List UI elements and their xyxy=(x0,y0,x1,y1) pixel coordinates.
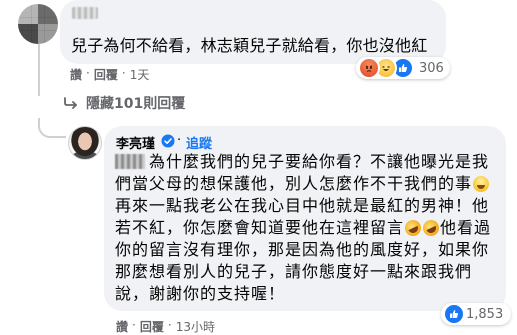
hidden-replies-label: 隱藏101則回覆 xyxy=(86,96,186,112)
reaction-count: 1,853 xyxy=(466,306,504,322)
reply-actions: 讚 · 回覆 · 13小時 xyxy=(116,318,215,335)
comment-reactions[interactable]: 306 xyxy=(356,57,450,79)
reply-text-line: 們當父母的想保護他，別人怎麼作不干我們的事 xyxy=(115,174,473,193)
commenter-name-blurred[interactable] xyxy=(72,7,98,19)
reaction-count: 306 xyxy=(419,60,444,76)
thread-line-curve xyxy=(38,118,66,138)
rofl-emoji-icon xyxy=(402,217,424,239)
grinning-emoji-icon xyxy=(473,176,490,192)
hidden-replies-toggle[interactable]: 隱藏101則回覆 xyxy=(64,93,185,113)
commenter-avatar[interactable] xyxy=(18,4,58,44)
reply-timestamp[interactable]: 13小時 xyxy=(176,318,215,335)
follow-separator: · xyxy=(177,133,182,148)
like-link[interactable]: 讚 xyxy=(116,318,128,335)
reply-link[interactable]: 回覆 xyxy=(94,66,118,83)
reply-arrow-icon xyxy=(64,97,77,109)
reply-author-avatar[interactable] xyxy=(68,126,102,160)
reply-text-line: 若不紅，你怎麼會知道要他在這裡留言 xyxy=(115,218,405,237)
reply-text-line: 你的留言沒有理你，那是因為他的風度好，如果你 xyxy=(115,240,490,259)
reply-text-line: 他看過 xyxy=(440,218,492,237)
reply-text-line: 為什麼我們的兒子要給你看？不讓他曝光是我 xyxy=(149,152,490,171)
action-separator: · xyxy=(167,318,172,332)
comment-actions: 讚 · 回覆 · 1天 xyxy=(70,66,149,83)
reply-text: 為什麼我們的兒子要給你看？不讓他曝光是我 們當父母的想保護他，別人怎麼作不干我們… xyxy=(115,151,500,305)
comment-text: 兒子為何不給看，林志穎兒子就給看，你也沒他紅 xyxy=(71,36,428,55)
reply-link[interactable]: 回覆 xyxy=(140,318,164,335)
follow-button[interactable]: 追蹤 xyxy=(186,133,212,152)
action-separator: · xyxy=(86,66,90,80)
angry-reaction-icon xyxy=(358,57,380,79)
rofl-emoji-icon xyxy=(420,217,442,239)
reply-reactions[interactable]: 1,853 xyxy=(441,303,512,325)
reply-text-line: 說，謝謝你的支持喔！ xyxy=(115,284,286,303)
reply-author-name[interactable]: 李亮瑾 xyxy=(116,133,155,152)
like-reaction-icon xyxy=(443,303,465,325)
like-link[interactable]: 讚 xyxy=(70,66,82,83)
thread-line xyxy=(38,44,40,96)
blurred-mention[interactable] xyxy=(115,154,145,169)
reply-text-line: 那麼想看別人的兒子，請你態度好一點來跟我們 xyxy=(115,262,473,281)
action-separator: · xyxy=(121,66,126,80)
comment-timestamp[interactable]: 1天 xyxy=(130,66,150,83)
action-separator: · xyxy=(132,318,136,332)
verified-badge-icon xyxy=(161,134,175,148)
reply-text-line: 再來一點我老公在我心目中他就是最紅的男神！他 xyxy=(115,196,490,215)
